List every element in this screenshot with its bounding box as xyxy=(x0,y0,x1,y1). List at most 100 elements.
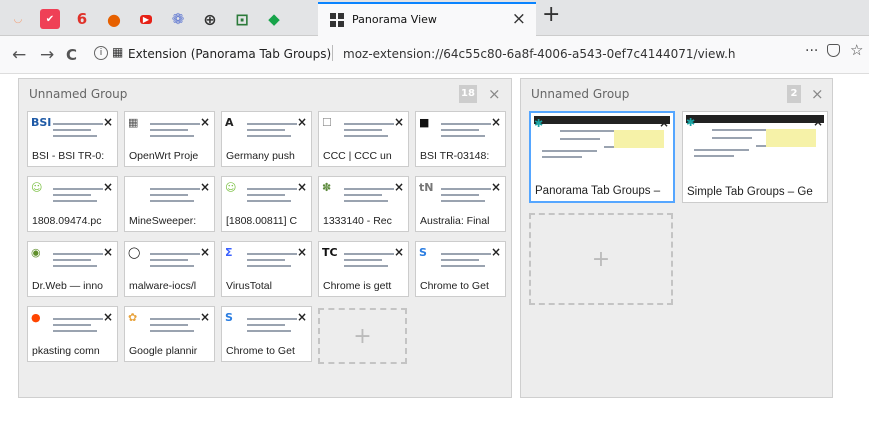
tab-tile[interactable]: ▦ × OpenWrt Proje xyxy=(124,111,215,167)
tab-tile[interactable]: ■ × BSI TR-03148: xyxy=(415,111,506,167)
tab-tile[interactable]: tN × Australia: Final xyxy=(415,176,506,232)
tab-title: Australia: Final xyxy=(420,215,490,227)
pinned-tab-7[interactable]: ⊡ xyxy=(232,9,252,29)
pinned-tab-8[interactable]: ◆ xyxy=(264,9,284,29)
navigation-bar: ← → C i ▦ Extension (Panorama Tab Groups… xyxy=(0,36,869,74)
tab-favicon-icon: BSI xyxy=(31,116,52,129)
close-group-icon[interactable]: × xyxy=(811,85,824,103)
close-tab-icon[interactable]: × xyxy=(394,245,404,259)
close-tab-icon[interactable]: × xyxy=(103,245,113,259)
tab-tile[interactable]: Σ × VirusTotal xyxy=(221,241,312,297)
close-tab-icon[interactable]: × xyxy=(200,115,210,129)
url-separator xyxy=(332,45,333,61)
tab-group-1: Unnamed Group 18 × BSI × BSI - BSI TR-0: ▦ ×… xyxy=(18,78,512,398)
green-diamond-icon: ◆ xyxy=(268,10,280,28)
tab-tile[interactable]: ◯ × malware-iocs/l xyxy=(124,241,215,297)
group-name[interactable]: Unnamed Group xyxy=(29,87,127,101)
tab-tile[interactable]: ☐ × CCC | CCC un xyxy=(318,111,409,167)
close-tab-icon[interactable]: × xyxy=(659,116,669,130)
tab-title: Panorama Tab Groups – xyxy=(535,185,661,197)
bookmark-star-icon[interactable]: ☆ xyxy=(850,41,863,59)
group-name[interactable]: Unnamed Group xyxy=(531,87,629,101)
tab-title: Chrome is gett xyxy=(323,280,392,292)
tab-favicon-icon: ■ xyxy=(419,116,430,129)
globe-icon: ⊕ xyxy=(203,9,217,29)
page-actions-button[interactable]: ··· xyxy=(805,43,818,59)
close-tab-icon[interactable]: × xyxy=(200,180,210,194)
group-tab-count: 18 xyxy=(459,85,477,103)
tab-tile[interactable]: A × Germany push xyxy=(221,111,312,167)
close-tab-icon[interactable]: × xyxy=(491,245,501,259)
tab-tile[interactable]: ☺ × 1808.09474.pc xyxy=(27,176,118,232)
close-tab-icon[interactable]: × xyxy=(394,115,404,129)
close-tab-icon[interactable]: × xyxy=(200,310,210,324)
pinned-tab-5[interactable]: ❁ xyxy=(168,9,188,29)
reload-button[interactable]: C xyxy=(66,46,77,64)
close-tab-icon[interactable]: × xyxy=(297,180,307,194)
close-group-icon[interactable]: × xyxy=(488,85,501,103)
tab-favicon-icon: ✿ xyxy=(128,311,138,324)
new-tab-button[interactable]: + xyxy=(542,2,560,27)
tab-title: Google plannir xyxy=(129,345,198,357)
tab-tile[interactable]: ◉ × Dr.Web — inno xyxy=(27,241,118,297)
close-tab-icon[interactable]: × xyxy=(813,115,823,129)
tab-title: BSI TR-03148: xyxy=(420,150,490,162)
pinned-tab-6[interactable]: ⊕ xyxy=(200,9,220,29)
tab-tile[interactable]: ✽ × 1333140 - Rec xyxy=(318,176,409,232)
tab-title: Chrome to Get xyxy=(226,345,295,357)
tab-favicon-icon: TC xyxy=(322,246,338,259)
add-tab-button[interactable]: + xyxy=(318,308,407,364)
forward-button[interactable]: → xyxy=(40,45,54,65)
close-tab-icon[interactable]: × xyxy=(297,310,307,324)
tab-thumbnail xyxy=(534,116,670,180)
tab-title: Dr.Web — inno xyxy=(32,280,104,292)
close-tab-icon[interactable]: × xyxy=(491,115,501,129)
tab-tile[interactable]: ☺ × [1808.00811] C xyxy=(221,176,312,232)
pinned-tab-4[interactable]: ▶ xyxy=(136,9,156,29)
pinned-tab-3[interactable]: ● xyxy=(104,9,124,29)
tab-favicon-icon: tN xyxy=(419,181,434,194)
tab-favicon-icon: ☺ xyxy=(225,181,237,194)
close-tab-icon[interactable]: × xyxy=(103,180,113,194)
tab-tile[interactable]: BSI × BSI - BSI TR-0: xyxy=(27,111,118,167)
add-tab-button[interactable]: + xyxy=(529,213,673,305)
tab-tile[interactable]: ✿ × Google plannir xyxy=(124,306,215,362)
close-tab-icon[interactable]: × xyxy=(297,115,307,129)
close-tab-icon[interactable]: × xyxy=(103,310,113,324)
close-tab-icon[interactable]: × xyxy=(200,245,210,259)
info-icon[interactable]: i xyxy=(94,46,108,60)
url-bar[interactable]: i ▦ Extension (Panorama Tab Groups) moz-… xyxy=(90,41,863,67)
pinned-tab-0[interactable]: ◡ xyxy=(8,9,28,29)
tab-title: VirusTotal xyxy=(226,280,272,292)
tab-favicon-icon: ☺ xyxy=(31,181,43,194)
flower-icon: ❁ xyxy=(171,10,185,28)
close-tab-icon[interactable]: × xyxy=(394,180,404,194)
tab-favicon-icon: ✱ xyxy=(534,117,544,130)
pinned-tab-2[interactable]: 6 xyxy=(72,9,92,29)
close-tab-icon[interactable]: × xyxy=(512,9,526,29)
panorama-grid-icon xyxy=(330,13,344,27)
rainbow-app-icon: ◡ xyxy=(14,13,22,25)
close-tab-icon[interactable]: × xyxy=(297,245,307,259)
tab-tile[interactable]: ✱ × Panorama Tab Groups – xyxy=(529,111,675,203)
tab-tile[interactable]: S × Chrome to Get xyxy=(415,241,506,297)
tab-tile[interactable]: TC × Chrome is gett xyxy=(318,241,409,297)
tab-title: Germany push xyxy=(226,150,295,162)
tab-tile[interactable]: × MineSweeper: xyxy=(124,176,215,232)
active-tab-title: Panorama View xyxy=(352,13,437,26)
tab-favicon-icon: ◉ xyxy=(31,246,41,259)
tab-title: Simple Tab Groups – Ge xyxy=(687,186,813,198)
back-button[interactable]: ← xyxy=(12,45,26,65)
green-square-icon: ⊡ xyxy=(235,9,249,29)
close-tab-icon[interactable]: × xyxy=(103,115,113,129)
pocket-icon[interactable] xyxy=(827,44,840,57)
url-text[interactable]: moz-extension://64c55c80-6a8f-4006-a543-… xyxy=(343,47,743,61)
tab-tile[interactable]: S × Chrome to Get xyxy=(221,306,312,362)
pinned-tab-1[interactable]: ✔ xyxy=(40,9,60,29)
tab-tile[interactable]: ● × pkasting comn xyxy=(27,306,118,362)
active-tab[interactable]: Panorama View × xyxy=(318,2,536,36)
pocket-icon: ✔ xyxy=(45,13,55,25)
close-tab-icon[interactable]: × xyxy=(491,180,501,194)
tab-tile[interactable]: ✱ × Simple Tab Groups – Ge xyxy=(682,111,828,203)
tab-favicon-icon: A xyxy=(225,116,234,129)
